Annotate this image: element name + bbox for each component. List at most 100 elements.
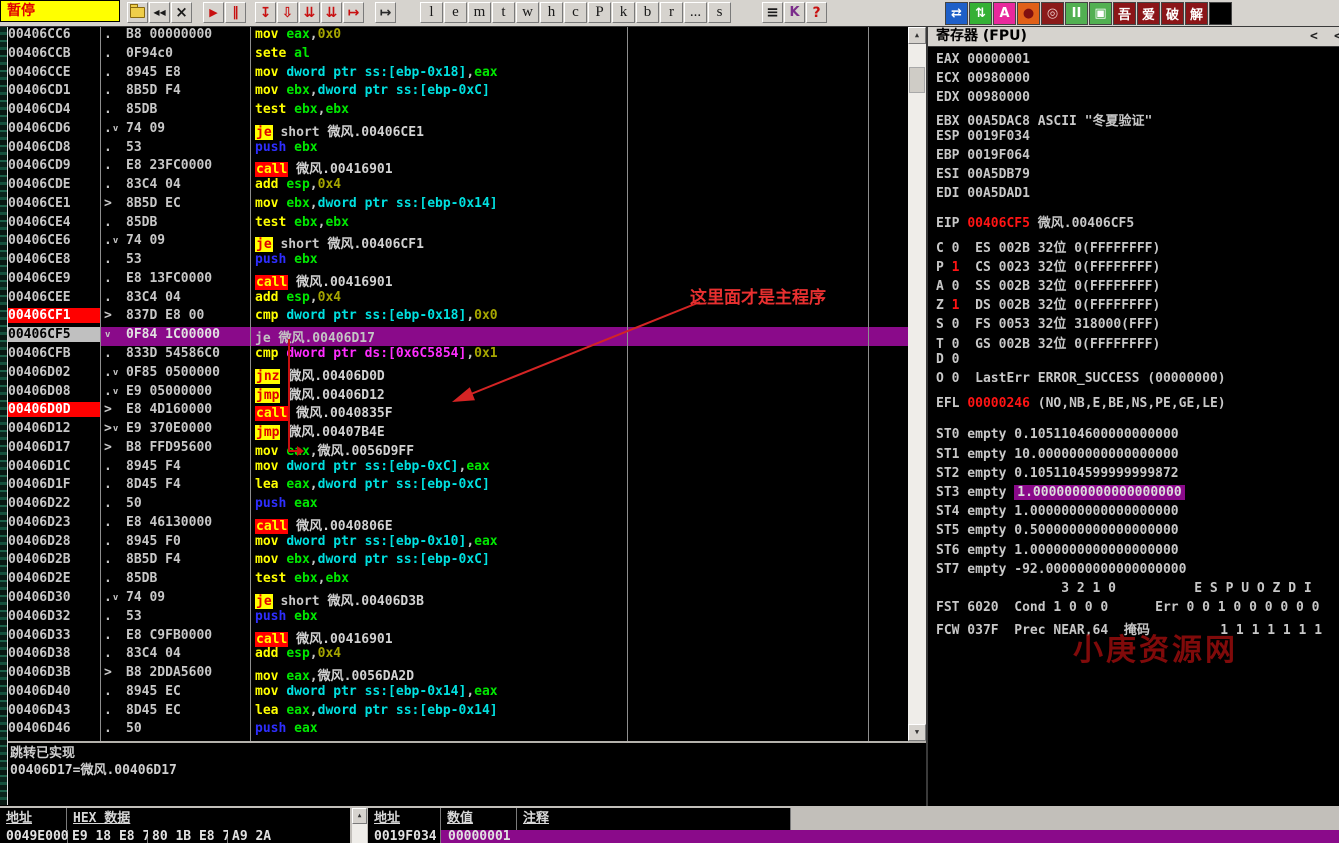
scroll-up-button[interactable]: ▲: [908, 27, 926, 44]
disasm-row[interactable]: 00406CE8.53push ebx: [0, 252, 908, 271]
view-call-stack-button[interactable]: k: [612, 2, 635, 23]
disasm-row[interactable]: 00406D40.8945 ECmov dword ptr ss:[ebp-0x…: [0, 684, 908, 703]
register-line[interactable]: O 0 LastErr ERROR_SUCCESS (00000000): [928, 371, 1339, 390]
column-separator[interactable]: [100, 27, 101, 741]
dump-row-bytes[interactable]: E9 18 E8 74: [68, 830, 148, 843]
register-line[interactable]: S 0 FS 0053 32位 318000(FFF): [928, 313, 1339, 332]
plugin-updown-button[interactable]: ⇅: [969, 2, 992, 25]
disasm-row[interactable]: 00406CD6.v74 09je short 微风.00406CE1: [0, 121, 908, 140]
plugin-blank-button[interactable]: [1209, 2, 1232, 25]
animate-over-button[interactable]: ⇊: [321, 2, 342, 23]
stack-row-comment[interactable]: [517, 830, 1339, 843]
disassembly-pane[interactable]: 00406CC6.B8 00000000mov eax,0x000406CCB.…: [0, 27, 908, 741]
view-patches-button[interactable]: P: [588, 2, 611, 23]
dump-row-bytes[interactable]: 80 1B E8 74: [148, 830, 228, 843]
plugin-target-button[interactable]: ◎: [1041, 2, 1064, 25]
register-line[interactable]: ST5 empty 0.5000000000000000000: [928, 523, 1339, 542]
plugin-assembler-button[interactable]: A: [993, 2, 1016, 25]
register-line[interactable]: EIP 00406CF5 微风.00406CF5: [928, 212, 1339, 231]
disasm-row[interactable]: 00406D28.8945 F0mov dword ptr ss:[ebp-0x…: [0, 534, 908, 553]
register-line[interactable]: ST0 empty 0.1051104600000000000: [928, 427, 1339, 446]
open-file-button[interactable]: [127, 2, 148, 23]
scroll-down-button[interactable]: ▼: [908, 724, 926, 741]
plugin-exchange-button[interactable]: ⇄: [945, 2, 968, 25]
register-line[interactable]: D 0: [928, 352, 1339, 371]
register-line[interactable]: FST 6020 Cond 1 0 0 0 Err 0 0 1 0 0 0 0 …: [928, 600, 1339, 619]
view-run-trace-button[interactable]: ...: [684, 2, 707, 23]
disasm-row[interactable]: 00406D1C.8945 F4mov dword ptr ss:[ebp-0x…: [0, 459, 908, 478]
stack-row-value[interactable]: 00000001: [441, 830, 517, 843]
register-line[interactable]: ST1 empty 10.000000000000000000: [928, 447, 1339, 466]
register-line[interactable]: EBX 00A5DAC8 ASCII "冬夏验证": [928, 110, 1339, 129]
register-line[interactable]: EFL 00000246 (NO,NB,E,BE,NS,PE,GE,LE): [928, 396, 1339, 415]
disasm-row[interactable]: 00406CF1>837D E8 00cmp dword ptr ss:[ebp…: [0, 308, 908, 327]
disasm-row[interactable]: 00406D22.50push eax: [0, 496, 908, 515]
column-separator[interactable]: [250, 27, 251, 741]
register-line[interactable]: ST6 empty 1.0000000000000000000: [928, 543, 1339, 562]
disasm-row[interactable]: 00406D38.83C4 04add esp,0x4: [0, 646, 908, 665]
view-references-button[interactable]: r: [660, 2, 683, 23]
plugin-pills-button[interactable]: II: [1065, 2, 1088, 25]
register-line[interactable]: ST4 empty 1.0000000000000000000: [928, 504, 1339, 523]
help-button[interactable]: ?: [806, 2, 827, 23]
disasm-row[interactable]: 00406D08.vE9 05000000jmp 微风.00406D12: [0, 384, 908, 403]
register-line[interactable]: C 0 ES 002B 32位 0(FFFFFFFF): [928, 237, 1339, 256]
scroll-up-button[interactable]: ▲: [352, 808, 367, 824]
disasm-row[interactable]: 00406CCE.8945 E8mov dword ptr ss:[ebp-0x…: [0, 65, 908, 84]
view-memory-button[interactable]: m: [468, 2, 491, 23]
windows-list-button[interactable]: ≡: [762, 2, 783, 23]
goto-button[interactable]: ↦: [375, 2, 396, 23]
column-separator[interactable]: [627, 27, 628, 741]
register-line[interactable]: ESI 00A5DB79: [928, 167, 1339, 186]
view-windows-button[interactable]: w: [516, 2, 539, 23]
disasm-row[interactable]: 00406D30.v74 09je short 微风.00406D3B: [0, 590, 908, 609]
disasm-row[interactable]: 00406D17>B8 FFD95600mov eax,微风.0056D9FF: [0, 440, 908, 459]
disasm-row[interactable]: 00406CD4.85DBtest ebx,ebx: [0, 102, 908, 121]
collapse-button[interactable]: <: [1310, 29, 1318, 44]
register-line[interactable]: ST2 empty 0.1051104599999999872: [928, 466, 1339, 485]
dump-row-bytes[interactable]: A9 2A: [228, 830, 350, 843]
plugin-screen-button[interactable]: ▣: [1089, 2, 1112, 25]
register-line[interactable]: A 0 SS 002B 32位 0(FFFFFFFF): [928, 275, 1339, 294]
disasm-row[interactable]: 00406D32.53push ebx: [0, 609, 908, 628]
run-button[interactable]: ▶: [203, 2, 224, 23]
disasm-row[interactable]: 00406CFB.833D 54586C0cmp dword ptr ds:[0…: [0, 346, 908, 365]
disasm-row[interactable]: 00406D1F.8D45 F4lea eax,dword ptr ss:[eb…: [0, 477, 908, 496]
disasm-row[interactable]: 00406CD9.E8 23FC0000call 微风.00416901: [0, 158, 908, 177]
register-line[interactable]: EDI 00A5DAD1: [928, 186, 1339, 205]
disasm-row[interactable]: 00406CC6.B8 00000000mov eax,0x0: [0, 27, 908, 46]
scroll-thumb[interactable]: [909, 67, 925, 93]
disasm-row[interactable]: 00406D23.E8 46130000call 微风.0040806E: [0, 515, 908, 534]
stack-row-address[interactable]: 0019F034: [368, 830, 441, 843]
register-line[interactable]: ESP 0019F034: [928, 129, 1339, 148]
plugin-po-button[interactable]: 破: [1161, 2, 1184, 25]
disasm-row[interactable]: 00406CE6.v74 09je short 微风.00406CF1: [0, 233, 908, 252]
register-line[interactable]: EBP 0019F064: [928, 148, 1339, 167]
register-line[interactable]: 3 2 1 0 E S P U O Z D I: [928, 581, 1339, 600]
view-threads-button[interactable]: t: [492, 2, 515, 23]
step-over-button[interactable]: ⇩: [277, 2, 298, 23]
register-line[interactable]: EAX 00000001: [928, 52, 1339, 71]
register-line[interactable]: T 0 GS 002B 32位 0(FFFFFFFF): [928, 333, 1339, 352]
appearance-button[interactable]: K: [784, 2, 805, 23]
view-breakpoints-button[interactable]: b: [636, 2, 659, 23]
disasm-row[interactable]: 00406CCB.0F94c0sete al: [0, 46, 908, 65]
dump-scrollbar[interactable]: ▲: [352, 808, 367, 843]
execute-till-return-button[interactable]: ↦: [343, 2, 364, 23]
view-handles-button[interactable]: h: [540, 2, 563, 23]
plugin-wu-button[interactable]: 吾: [1113, 2, 1136, 25]
register-line[interactable]: ST3 empty 1.0000000000000000000: [928, 485, 1339, 504]
disasm-row[interactable]: 00406CE4.85DBtest ebx,ebx: [0, 215, 908, 234]
disasm-row[interactable]: 00406D0D>E8 4D160000call 微风.0040835F: [0, 402, 908, 421]
disasm-row[interactable]: 00406CF5v0F84 1C00000je 微风.00406D17: [0, 327, 908, 346]
disasm-scrollbar[interactable]: ▲ ▼: [908, 27, 926, 741]
plugin-ai-button[interactable]: 爱: [1137, 2, 1160, 25]
close-button[interactable]: ×: [171, 2, 192, 23]
disasm-row[interactable]: 00406D02.v0F85 0500000jnz 微风.00406D0D: [0, 365, 908, 384]
disasm-row[interactable]: 00406CDE.83C4 04add esp,0x4: [0, 177, 908, 196]
disasm-row[interactable]: 00406D43.8D45 EClea eax,dword ptr ss:[eb…: [0, 703, 908, 722]
view-cpu-button[interactable]: c: [564, 2, 587, 23]
register-line[interactable]: P 1 CS 0023 32位 0(FFFFFFFF): [928, 256, 1339, 275]
registers-pane[interactable]: 寄存器 (FPU) < < EAX 00000001ECX 00980000ED…: [928, 27, 1339, 806]
disasm-row[interactable]: 00406CE1>8B5D ECmov ebx,dword ptr ss:[eb…: [0, 196, 908, 215]
